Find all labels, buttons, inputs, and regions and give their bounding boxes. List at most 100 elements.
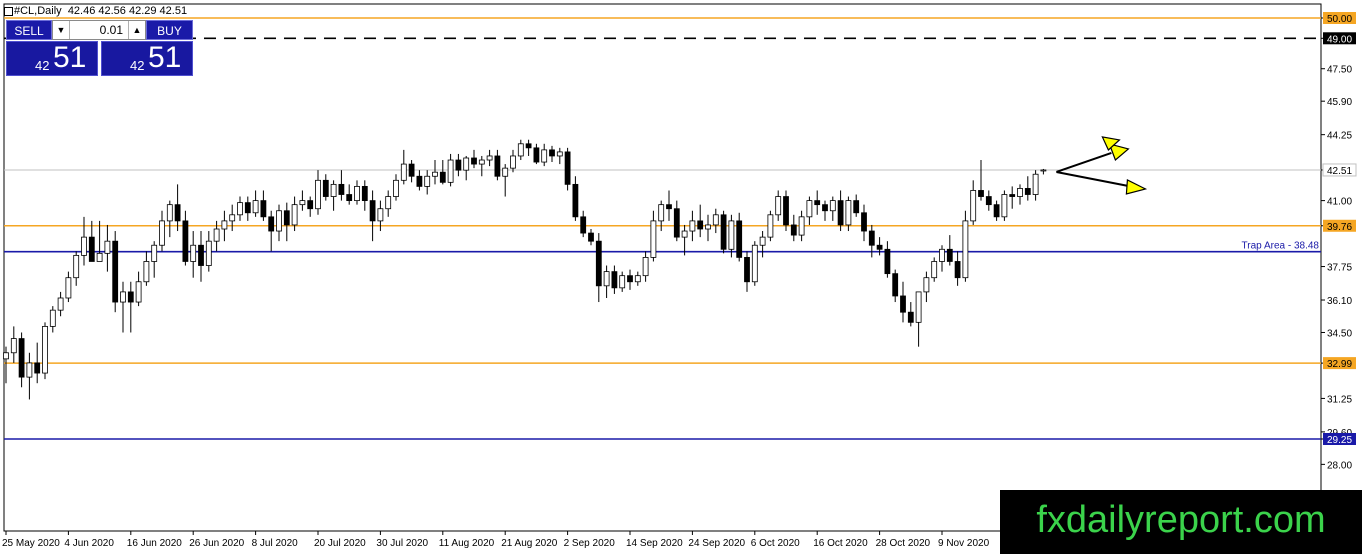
bull-candle-body	[556, 151, 563, 157]
price-tick-label: 36.10	[1327, 296, 1352, 307]
bull-candle-body	[728, 220, 735, 250]
bull-candle-body	[939, 248, 945, 262]
bear-candle-body	[876, 244, 883, 250]
price-tick-label: 29.25	[1327, 435, 1352, 446]
candle	[112, 231, 119, 313]
bear-candle-body	[907, 311, 914, 323]
bear-candle-body	[525, 143, 532, 149]
bear-candle-body	[564, 151, 571, 185]
price-tick-label: 50.00	[1327, 14, 1352, 25]
bear-candle-body	[673, 208, 680, 238]
bear-candle-body	[666, 204, 672, 210]
bull-candle-body	[354, 185, 360, 202]
bear-candle-body	[198, 244, 204, 266]
bull-candle-body	[845, 200, 852, 226]
bear-candle-body	[18, 338, 25, 378]
bull-candle-body	[276, 210, 282, 232]
time-tick-label: 26 Jun 2020	[189, 538, 244, 549]
bear-candle-body	[1009, 194, 1016, 197]
bull-candle-body	[213, 228, 220, 242]
time-tick-label: 14 Sep 2020	[626, 538, 683, 549]
ohlc-readout: 42.46 42.56 42.29 42.51	[67, 5, 188, 17]
bull-candle-body	[829, 200, 836, 212]
bear-candle-body	[783, 196, 789, 226]
lot-decrease-arrow-icon[interactable]: ▼	[53, 21, 70, 39]
bull-candle-body	[159, 220, 165, 246]
bull-candle-body	[1040, 169, 1047, 172]
bear-candle-body	[861, 212, 867, 232]
bear-candle-body	[790, 224, 797, 236]
bull-candle-body	[3, 352, 9, 360]
bear-candle-body	[494, 155, 501, 177]
bear-candle-body	[837, 200, 844, 226]
bull-candle-body	[486, 155, 493, 161]
bull-candle-body	[120, 291, 126, 303]
buy-price-pips: 51	[148, 41, 182, 74]
bear-candle-body	[588, 232, 594, 242]
bull-candle-body	[237, 202, 243, 216]
candle	[751, 241, 758, 286]
bear-candle-body	[580, 216, 587, 234]
bull-candle-body	[689, 220, 696, 232]
bull-candle-body	[502, 167, 509, 177]
bear-candle-body	[900, 295, 906, 313]
bull-candle-body	[330, 183, 337, 197]
price-tick-label: 34.50	[1327, 328, 1352, 339]
bull-candle-body	[478, 159, 485, 165]
time-axis[interactable]: 25 May 2020 4 Jun 2020 16 Jun 2020 26 Jun 2…	[2, 531, 990, 549]
lot-increase-arrow-icon[interactable]: ▲	[128, 21, 145, 39]
bear-candle-body	[697, 220, 704, 230]
bull-candle-body	[143, 261, 150, 283]
price-tick-label: 47.50	[1327, 65, 1352, 76]
bull-candle-body	[510, 155, 516, 169]
price-tick-label: 37.75	[1327, 263, 1352, 274]
bull-candle-body	[970, 190, 977, 222]
bear-candle-body	[627, 275, 633, 283]
price-tick-label: 49.00	[1327, 34, 1352, 45]
bear-candle-body	[455, 159, 462, 171]
time-tick-label: 24 Sep 2020	[688, 538, 745, 549]
bull-candle-body	[712, 214, 719, 226]
bull-candle-body	[1017, 188, 1023, 197]
bull-candle-body	[393, 179, 399, 197]
bull-candle-body	[1032, 173, 1039, 195]
bear-candle-body	[283, 210, 290, 226]
bull-candle-body	[135, 281, 142, 303]
bull-candle-body	[447, 159, 454, 183]
bull-candle-body	[775, 196, 782, 216]
price-tick-label: 28.00	[1327, 460, 1352, 471]
bear-candle-body	[954, 261, 961, 279]
bull-candle-body	[166, 204, 173, 222]
bull-candle-body	[915, 291, 922, 323]
candle	[962, 210, 969, 282]
buy-price-button[interactable]: 42 51	[101, 41, 193, 76]
time-tick-label: 25 May 2020	[2, 538, 60, 549]
lot-size-field[interactable]: ▼ 0.01 ▲	[52, 20, 146, 40]
bull-candle-body	[190, 244, 197, 262]
bull-candle-body	[517, 143, 524, 157]
sell-button[interactable]: SELL	[6, 20, 52, 40]
chart-header: #CL,Daily 42.46 42.56 42.29 42.51	[14, 5, 187, 17]
bear-candle-body	[307, 200, 314, 210]
time-tick-label: 6 Oct 2020	[751, 538, 800, 549]
sell-price-button[interactable]: 42 51	[6, 41, 98, 76]
bull-candle-body	[432, 171, 438, 177]
time-tick-label: 2 Sep 2020	[564, 538, 616, 549]
bear-candle-body	[884, 248, 891, 275]
time-tick-label: 16 Oct 2020	[813, 538, 868, 549]
chart-window-icon	[4, 7, 13, 16]
lot-value[interactable]: 0.01	[100, 23, 123, 37]
bull-candle-body	[603, 271, 610, 287]
time-tick-label: 9 Nov 2020	[938, 538, 990, 549]
bull-candle-body	[962, 220, 969, 279]
bear-candle-body	[338, 183, 345, 195]
buy-button[interactable]: BUY	[146, 20, 193, 40]
bull-candle-body	[650, 220, 657, 258]
price-tick-label: 45.90	[1327, 97, 1352, 108]
bear-candle-body	[127, 291, 134, 303]
buy-price-prefix: 42	[130, 58, 145, 73]
price-tick-label: 32.99	[1327, 359, 1352, 370]
price-axis[interactable]: 50.00 49.00 47.50 45.90 44.25 42.51 41.00 39.76…	[1321, 12, 1357, 471]
bull-candle-body	[221, 220, 228, 230]
bear-candle-body	[260, 200, 267, 218]
